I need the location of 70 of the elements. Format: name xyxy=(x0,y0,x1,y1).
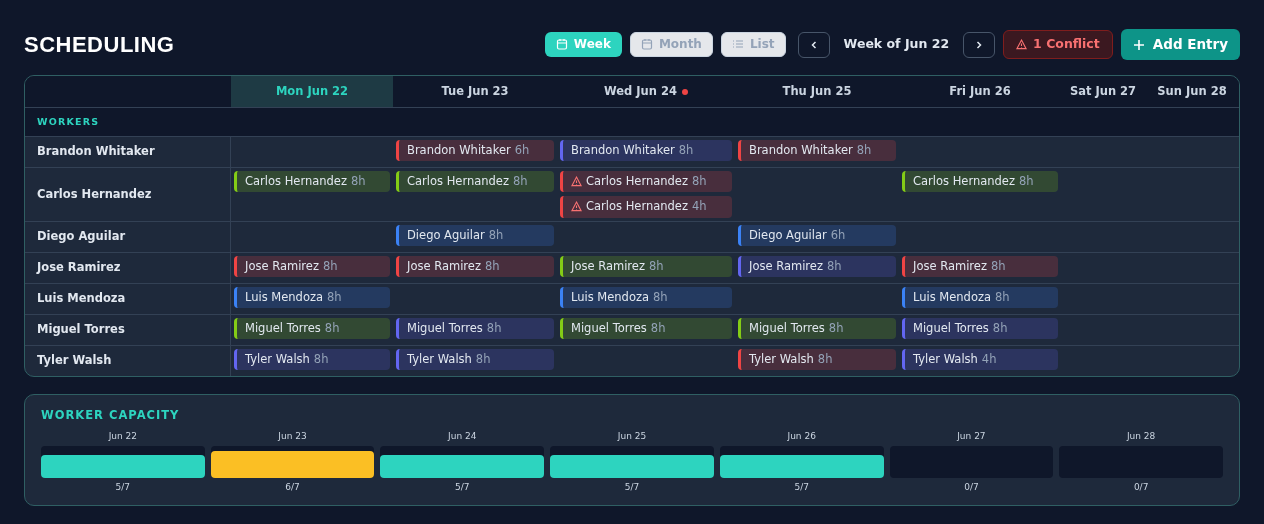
shift-entry[interactable]: Diego Aguilar 8h xyxy=(396,224,554,246)
warning-icon xyxy=(1016,39,1028,50)
day-label: Jun 22 xyxy=(107,429,139,443)
shift-entry[interactable]: Miguel Torres 8h xyxy=(396,317,554,339)
shift-entry[interactable]: Carlos Hernandez 8h xyxy=(902,171,1058,193)
day-header[interactable]: Sun Jun 28 xyxy=(1145,76,1239,107)
shift-entry[interactable]: Miguel Torres 8h xyxy=(902,317,1058,339)
capacity-reading: 0/7 xyxy=(1132,481,1150,495)
section-label: WORKERS xyxy=(37,114,100,129)
shift-entry[interactable]: Tyler Walsh 4h xyxy=(902,348,1058,370)
shift-entry[interactable]: Tyler Walsh 8h xyxy=(396,348,554,370)
shift-entry[interactable]: Luis Mendoza 8h xyxy=(234,286,390,308)
shift-entry[interactable]: Carlos Hernandez 8h xyxy=(396,171,554,193)
day-label: Jun 23 xyxy=(276,429,308,443)
day-header[interactable]: Fri Jun 26 xyxy=(899,76,1061,107)
worker-name: Brandon Whitaker xyxy=(25,137,231,167)
capacity-reading: 5/7 xyxy=(454,481,471,495)
shift-entry[interactable]: Jose Ramirez 8h xyxy=(902,255,1058,277)
shift-entry[interactable]: Carlos Hernandez 8h xyxy=(234,171,390,193)
day-header[interactable]: Thu Jun 25 xyxy=(735,76,899,107)
worker-name: Carlos Hernandez xyxy=(25,168,231,221)
panel-title: WORKER CAPACITY xyxy=(41,406,181,424)
warning-icon xyxy=(571,201,582,213)
day-header[interactable]: Tue Jun 23 xyxy=(393,76,557,107)
day-label: Jun 28 xyxy=(1125,429,1157,443)
worker-name: Jose Ramirez xyxy=(25,252,231,283)
worker-name: Luis Mendoza xyxy=(25,283,231,314)
shift-entry[interactable]: Jose Ramirez 8h xyxy=(560,255,732,277)
day-label: Jun 27 xyxy=(955,429,987,443)
shift-entry[interactable]: Jose Ramirez 8h xyxy=(738,255,896,277)
worker-name: Diego Aguilar xyxy=(25,221,231,252)
period-label: Week of Jun 22 xyxy=(842,35,951,54)
calendar-icon xyxy=(640,38,653,51)
shift-entry[interactable]: Brandon Whitaker 8h xyxy=(738,140,896,162)
list-icon xyxy=(731,38,744,51)
shift-entry[interactable]: Miguel Torres 8h xyxy=(738,317,896,339)
shift-entry[interactable]: Tyler Walsh 8h xyxy=(738,348,896,370)
next-button[interactable] xyxy=(963,31,996,58)
shift-entry[interactable]: Brandon Whitaker 6h xyxy=(396,140,554,162)
shift-entry[interactable]: Jose Ramirez 8h xyxy=(396,255,554,277)
day-header[interactable]: Mon Jun 22 xyxy=(231,76,393,107)
page-title: SCHEDULING xyxy=(24,31,175,59)
day-header[interactable]: Sat Jun 27 xyxy=(1061,76,1145,107)
capacity-reading: 6/7 xyxy=(284,481,301,495)
warning-icon xyxy=(571,176,582,188)
shift-entry[interactable]: Carlos Hernandez 8h xyxy=(560,171,732,193)
previous-button[interactable] xyxy=(797,31,830,58)
capacity-reading: 0/7 xyxy=(963,481,980,495)
shift-entry[interactable]: Luis Mendoza 8h xyxy=(560,286,732,308)
conflict-button[interactable]: 1 Conflict xyxy=(1003,30,1113,59)
day-label: Jun 25 xyxy=(616,429,648,443)
shift-entry[interactable]: Jose Ramirez 8h xyxy=(234,255,390,277)
shift-entry[interactable]: Brandon Whitaker 8h xyxy=(560,140,732,162)
shift-entry[interactable]: Tyler Walsh 8h xyxy=(234,348,390,370)
shift-entry[interactable]: Miguel Torres 8h xyxy=(560,317,732,339)
capacity-reading: 5/7 xyxy=(114,481,132,495)
shift-entry[interactable]: Miguel Torres 8h xyxy=(234,317,390,339)
capacity-reading: 5/7 xyxy=(793,481,810,495)
day-label: Jun 24 xyxy=(446,429,478,443)
shift-entry[interactable]: Diego Aguilar 6h xyxy=(738,224,896,246)
worker-name: Miguel Torres xyxy=(25,314,231,345)
day-label: Jun 26 xyxy=(786,429,817,443)
worker-name: Tyler Walsh xyxy=(25,345,231,376)
plus-icon xyxy=(1132,38,1145,51)
day-header[interactable]: Wed Jun 24 xyxy=(557,76,735,107)
capacity-reading: 5/7 xyxy=(623,481,641,495)
shift-entry[interactable]: Carlos Hernandez 4h xyxy=(560,196,732,218)
shift-entry[interactable]: Luis Mendoza 8h xyxy=(902,286,1058,308)
add-entry-button[interactable]: Add Entry xyxy=(1120,29,1240,60)
calendar-icon xyxy=(555,38,568,51)
